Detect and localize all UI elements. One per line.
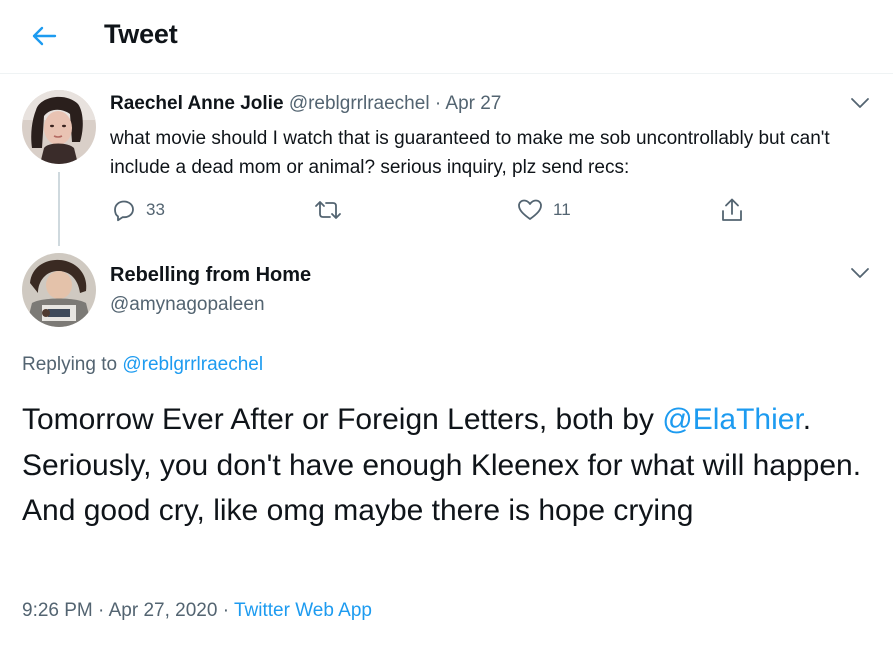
user-handle[interactable]: @reblgrrlraechel — [289, 93, 430, 114]
share-icon — [722, 198, 742, 221]
tweet-meta: 9:26 PM · Apr 27, 2020 · Twitter Web App — [22, 600, 372, 622]
replying-to-link[interactable]: @reblgrrlraechel — [122, 354, 263, 375]
reply-count: 33 — [146, 200, 165, 219]
tweet-menu-button[interactable] — [849, 262, 871, 284]
separator: · — [434, 93, 442, 114]
display-name[interactable]: Rebelling from Home — [110, 264, 311, 287]
tweet-source[interactable]: Twitter Web App — [234, 600, 372, 621]
reply-button[interactable]: 33 — [112, 196, 165, 224]
tweet-header: Tweet — [0, 0, 893, 74]
like-button[interactable]: 11 — [517, 196, 571, 224]
chevron-down-icon — [851, 98, 869, 108]
tweet-time[interactable]: 9:26 PM — [22, 600, 93, 621]
share-button[interactable] — [720, 196, 744, 224]
user-handle[interactable]: @amynagopaleen — [110, 294, 265, 316]
tweet-date[interactable]: Apr 27 — [445, 93, 501, 114]
replying-prefix: Replying to — [22, 354, 118, 375]
tweet-menu-button[interactable] — [849, 92, 871, 114]
separator: · — [98, 600, 105, 621]
page-title: Tweet — [104, 19, 178, 49]
arrow-left-icon — [32, 26, 57, 46]
tweet-text-part: Tomorrow Ever After or Foreign Letters, … — [22, 403, 654, 436]
mention-link[interactable]: @ElaThier — [662, 403, 803, 436]
reply-icon — [114, 200, 134, 222]
display-name[interactable]: Raechel Anne Jolie — [110, 93, 284, 114]
like-count: 11 — [553, 200, 571, 219]
retweet-button[interactable] — [314, 196, 352, 224]
tweet-date[interactable]: Apr 27, 2020 — [109, 600, 218, 621]
back-button[interactable] — [28, 20, 60, 52]
separator: · — [222, 600, 230, 621]
avatar[interactable] — [22, 253, 96, 327]
retweet-icon — [315, 201, 341, 219]
replying-to: Replying to @reblgrrlraechel — [22, 354, 263, 376]
avatar[interactable] — [22, 90, 96, 164]
parent-tweet-text: what movie should I watch that is guaran… — [110, 128, 830, 178]
heart-icon — [518, 199, 542, 220]
reply-tweet-text: Tomorrow Ever After or Foreign Letters, … — [22, 397, 882, 534]
parent-tweet-header: Raechel Anne Jolie @reblgrrlraechel · Ap… — [110, 93, 501, 115]
thread-connector — [58, 172, 60, 246]
chevron-down-icon — [851, 268, 869, 278]
